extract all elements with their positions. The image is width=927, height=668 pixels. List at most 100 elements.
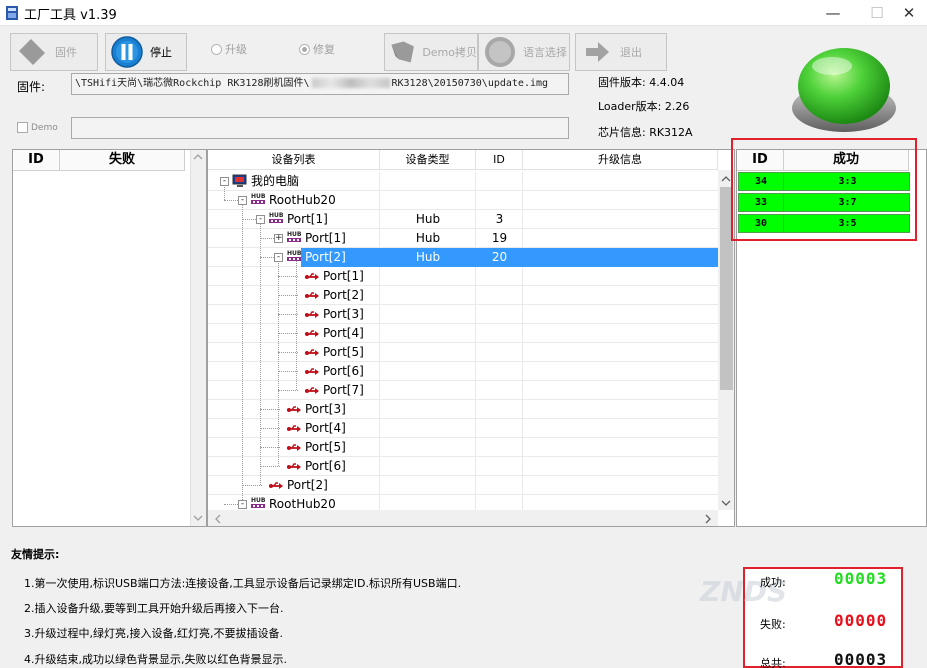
svg-text:HUB: HUB [287,250,302,257]
tree-connector [224,200,238,201]
firmware-path-suffix: RK3128\20150730\update.img [391,78,549,89]
tree-horizontal-scrollbar[interactable] [208,510,718,526]
tree-expander-icon[interactable]: - [256,215,265,224]
firmware-path-field[interactable]: \TSHifi天尚\瑞芯微Rockchip RK3128刷机固件\ RK3128\… [71,73,569,95]
device-type [380,457,476,476]
device-name: Port[6] [323,364,364,378]
device-id [476,343,523,362]
tree-scroll-right-icon[interactable] [704,514,712,524]
fail-list-panel[interactable]: ID 失败 [12,149,207,527]
tree-expander-icon[interactable]: - [238,196,247,205]
device-name: Port[4] [305,421,346,435]
device-name: Port[2] [323,288,364,302]
redacted-path-segment [311,78,390,88]
loader-version: Loader版本: 2.26 [598,100,690,113]
tree-expander-icon[interactable]: - [238,500,247,509]
device-name: 我的电脑 [251,174,300,188]
usb-port-icon [305,349,319,356]
hub-icon: HUB [287,250,302,261]
exit-button[interactable]: 退出 [575,33,667,71]
close-button[interactable]: ✕ [891,0,927,26]
tree-connector [242,219,256,220]
upgrade-info-header[interactable]: 升级信息 [523,150,718,170]
device-type [380,324,476,343]
usb-port-icon [305,292,319,299]
device-type [380,286,476,305]
device-name: Port[5] [305,440,346,454]
firmware-button[interactable]: 固件 [10,33,98,71]
minimize-button[interactable]: — [815,0,851,26]
globe-icon [485,37,515,67]
device-name: Port[3] [323,307,364,321]
repair-radio[interactable]: 修复 [299,41,335,57]
stop-button-label: 停止 [150,46,172,59]
device-name: RootHub20 [269,193,336,207]
firmware-button-label: 固件 [55,46,77,59]
usb-port-icon [305,311,319,318]
device-name: Port[5] [323,345,364,359]
device-name: Port[1] [305,231,346,245]
tree-scroll-left-icon[interactable] [214,514,222,524]
usb-port-icon [287,463,301,470]
total-count-value: 00003 [834,650,888,668]
device-id [476,191,523,210]
tree-connector [260,409,280,410]
fail-id-header[interactable]: ID [13,150,60,171]
device-name: Port[7] [323,383,364,397]
demo-path-field[interactable] [71,117,569,139]
device-type: Hub [415,231,441,245]
device-list-header[interactable]: 设备列表 [208,150,380,170]
tree-connector [278,333,298,334]
tree-connector [242,485,262,486]
device-type [380,362,476,381]
firmware-path-prefix: \TSHifi天尚\瑞芯微Rockchip RK3128刷机固件\ [75,78,310,89]
fail-header[interactable]: 失败 [60,150,185,171]
maximize-button[interactable]: ☐ [859,0,895,26]
demo-checkbox-box [17,122,28,133]
stop-button[interactable]: 停止 [105,33,187,71]
demo-copy-button-label: Demo拷贝 [422,46,477,59]
total-count-label: 总共: [760,657,786,668]
tree-expander-icon[interactable]: - [220,177,229,186]
usb-port-icon [305,330,319,337]
window-title: 工厂工具 v1.39 [24,8,117,23]
device-id: 3 [495,212,504,226]
device-id: 20 [491,250,508,264]
device-id [476,438,523,457]
device-type: Hub [415,212,441,226]
demo-copy-button[interactable]: Demo拷贝 [384,33,478,71]
device-type [380,191,476,210]
title-bar[interactable]: 工厂工具 v1.39 — ☐ ✕ [0,0,927,26]
device-id-header[interactable]: ID [476,150,523,170]
tree-expander-icon[interactable]: - [274,253,283,262]
device-id [476,286,523,305]
app-icon [6,6,18,20]
device-id [476,362,523,381]
tree-scroll-up-icon[interactable] [721,175,731,183]
upgrade-radio-dot [211,43,222,55]
device-tree-panel[interactable]: 设备列表 设备类型 ID 升级信息 - 我的电脑 - HUB RootHub20- HUB… [207,149,735,527]
repair-radio-label: 修复 [313,43,335,56]
fail-scroll-up-icon[interactable] [193,153,203,161]
hub-icon: HUB [287,231,302,242]
chip-info: 芯片信息: RK312A [598,126,693,139]
tree-scroll-down-icon[interactable] [721,499,731,507]
svg-text:HUB: HUB [287,231,302,238]
upgrade-radio[interactable]: 升级 [211,41,247,57]
language-button-label: 语言选择 [523,46,567,59]
exit-button-label: 退出 [620,46,642,59]
device-type [380,400,476,419]
tree-connector [278,352,298,353]
device-type-header[interactable]: 设备类型 [380,150,476,170]
fail-scroll-down-icon[interactable] [193,514,203,522]
arrow-right-icon [586,42,609,62]
fail-scrollbar[interactable] [190,150,206,526]
upgrade-radio-label: 升级 [225,43,247,56]
tree-expander-icon[interactable]: + [274,234,283,243]
hub-icon: HUB [251,497,266,508]
demo-checkbox[interactable]: Demo [17,122,58,133]
usb-port-icon [269,482,283,489]
device-id [476,381,523,400]
device-name: Port[2] [287,478,328,492]
language-button[interactable]: 语言选择 [478,33,570,71]
